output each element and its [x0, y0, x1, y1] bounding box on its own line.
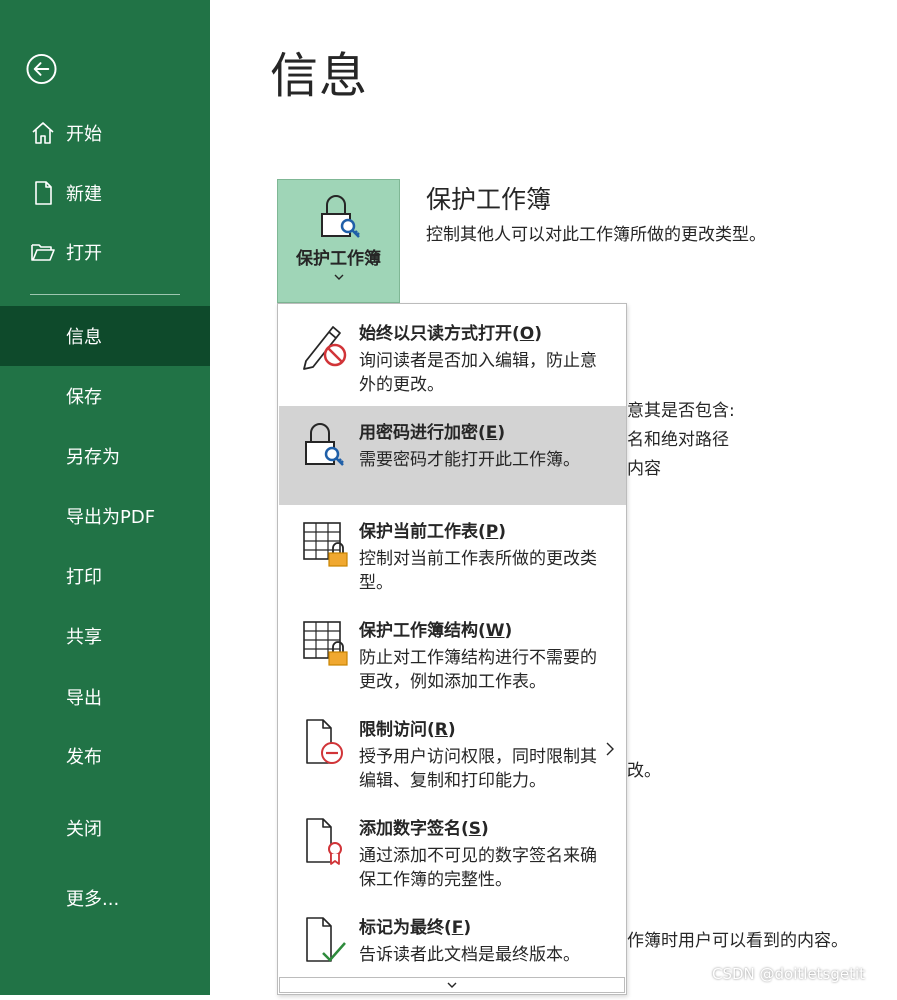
protect-workbook-heading: 保护工作簿: [426, 185, 552, 214]
nav-publish[interactable]: 发布: [0, 726, 210, 786]
nav-open[interactable]: 打开: [0, 232, 210, 272]
nav-more[interactable]: 更多...: [0, 868, 210, 928]
workbook-structure-lock-icon: [303, 621, 348, 666]
nav-open-label: 打开: [66, 243, 102, 264]
new-document-icon: [30, 180, 56, 206]
nav-share-label: 共享: [66, 627, 102, 648]
nav-new-label: 新建: [66, 184, 102, 205]
digital-signature-icon: [306, 818, 342, 865]
nav-divider: [30, 294, 180, 295]
nav-info[interactable]: 信息: [0, 306, 210, 366]
pencil-no-edit-icon: [303, 326, 347, 370]
mark-final-icon: [306, 917, 346, 962]
protect-workbook-button-label: 保护工作簿: [296, 249, 381, 269]
inspect-text-3: 内容: [627, 459, 661, 479]
menu-item-title: 用密码进行加密(E): [359, 423, 506, 443]
inspect-text-1: 意其是否包含:: [627, 401, 735, 421]
nav-home[interactable]: 开始: [0, 113, 210, 153]
sheet-lock-icon: [303, 522, 348, 567]
open-folder-icon: [30, 239, 56, 265]
menu-item-description: 需要密码才能打开此工作簿。: [359, 450, 580, 470]
nav-print[interactable]: 打印: [0, 546, 210, 606]
back-arrow-icon: [26, 53, 57, 84]
menu-item-description: 询问读者是否加入编辑，防止意外的更改。: [359, 351, 597, 395]
chevron-right-icon: [606, 742, 614, 756]
back-button[interactable]: [26, 53, 57, 84]
menu-item-add-digital-signature[interactable]: 添加数字签名(S) 通过添加不可见的数字签名来确保工作簿的完整性。: [279, 802, 626, 901]
nav-save-as[interactable]: 另存为: [0, 426, 210, 486]
chevron-down-icon: [447, 982, 457, 988]
nav-new[interactable]: 新建: [0, 173, 210, 213]
menu-item-protect-workbook-structure[interactable]: 保护工作簿结构(W) 防止对工作簿结构进行不需要的更改，例如添加工作表。: [279, 604, 626, 703]
nav-info-label: 信息: [66, 327, 102, 348]
protect-workbook-button[interactable]: 保护工作簿: [277, 179, 400, 303]
inspect-text-2: 名和绝对路径: [627, 430, 729, 450]
menu-item-title: 保护当前工作表(P): [359, 522, 507, 542]
menu-item-always-open-read-only[interactable]: 始终以只读方式打开(O) 询问读者是否加入编辑，防止意外的更改。: [279, 307, 626, 406]
watermark: CSDN @doitletsgetit: [712, 965, 866, 983]
versions-text: 改。: [627, 761, 661, 781]
nav-share[interactable]: 共享: [0, 606, 210, 666]
protect-workbook-menu: 始终以只读方式打开(O) 询问读者是否加入编辑，防止意外的更改。 用密码进行加密…: [277, 303, 627, 995]
nav-close[interactable]: 关闭: [0, 798, 210, 858]
home-icon: [30, 120, 56, 146]
nav-save-as-label: 另存为: [66, 447, 120, 468]
nav-export-pdf[interactable]: 导出为PDF: [0, 486, 210, 546]
menu-item-description: 通过添加不可见的数字签名来确保工作簿的完整性。: [359, 846, 597, 890]
nav-more-label: 更多...: [66, 889, 120, 910]
nav-export-label: 导出: [66, 688, 102, 709]
menu-item-restrict-access[interactable]: 限制访问(R) 授予用户访问权限，同时限制其编辑、复制和打印能力。: [279, 703, 626, 802]
menu-scroll-down-button[interactable]: [279, 977, 625, 993]
browser-view-text: 作簿时用户可以看到的内容。: [627, 931, 848, 951]
menu-item-encrypt-with-password[interactable]: 用密码进行加密(E) 需要密码才能打开此工作簿。: [279, 406, 626, 505]
lock-key-icon: [321, 195, 360, 238]
page-title: 信息: [270, 48, 369, 104]
nav-export[interactable]: 导出: [0, 667, 210, 727]
menu-item-protect-current-sheet[interactable]: 保护当前工作表(P) 控制对当前工作表所做的更改类型。: [279, 505, 626, 604]
menu-item-title: 保护工作簿结构(W): [359, 621, 513, 641]
nav-close-label: 关闭: [66, 819, 102, 840]
nav-publish-label: 发布: [66, 747, 102, 768]
nav-home-label: 开始: [66, 124, 102, 145]
restrict-access-icon: [306, 719, 343, 764]
menu-item-title: 始终以只读方式打开(O): [359, 324, 543, 344]
menu-item-description: 控制对当前工作表所做的更改类型。: [359, 549, 597, 593]
nav-save-label: 保存: [66, 387, 102, 408]
nav-print-label: 打印: [66, 567, 102, 588]
nav-save[interactable]: 保存: [0, 366, 210, 426]
menu-item-description: 防止对工作簿结构进行不需要的更改，例如添加工作表。: [359, 648, 597, 692]
menu-item-description: 授予用户访问权限，同时限制其编辑、复制和打印能力。: [359, 747, 597, 791]
menu-item-title: 添加数字签名(S): [359, 819, 489, 839]
menu-item-description: 告诉读者此文档是最终版本。: [359, 945, 580, 965]
menu-item-title: 标记为最终(F): [359, 918, 472, 938]
lock-key-icon: [305, 423, 344, 466]
backstage-sidebar: 开始 新建 打开 信息 保存 另存为 导出为PDF 打印 共享 导出 发布 关闭…: [0, 0, 210, 995]
protect-workbook-description: 控制其他人可以对此工作簿所做的更改类型。: [426, 225, 766, 245]
chevron-down-icon: [334, 274, 344, 280]
nav-export-pdf-label: 导出为PDF: [66, 507, 156, 528]
menu-item-title: 限制访问(R): [359, 720, 456, 740]
